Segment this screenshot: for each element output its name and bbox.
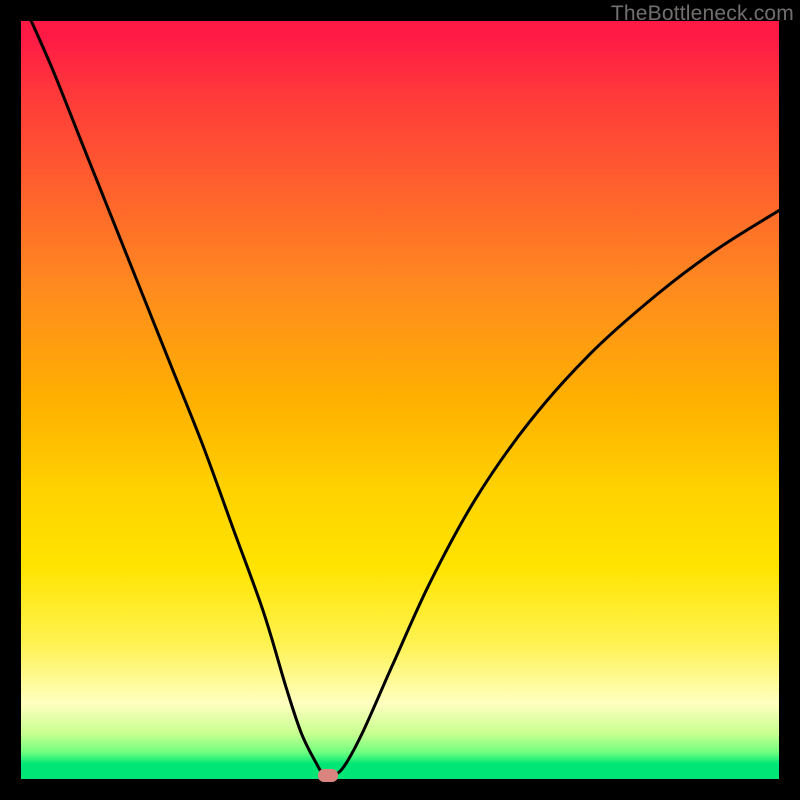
- curve-svg: [21, 21, 779, 779]
- chart-frame: TheBottleneck.com: [0, 0, 800, 800]
- bottleneck-curve: [21, 21, 779, 776]
- optimum-marker: [318, 769, 338, 782]
- watermark-text: TheBottleneck.com: [611, 2, 794, 26]
